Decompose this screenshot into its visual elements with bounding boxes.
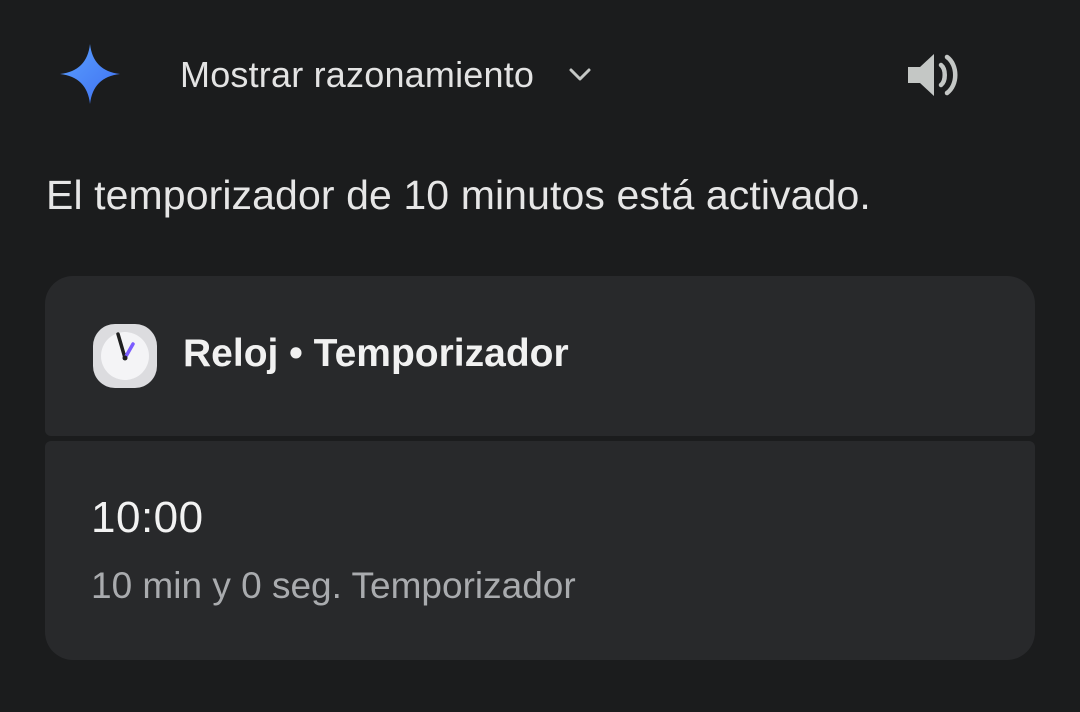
gemini-sparkle-icon xyxy=(60,44,120,104)
chevron-down-icon[interactable] xyxy=(566,61,594,89)
response-text: El temporizador de 10 minutos está activ… xyxy=(46,172,871,218)
timer-value: 10:00 xyxy=(91,493,204,542)
card-title: Reloj • Temporizador xyxy=(183,332,569,375)
response-header: Mostrar razonamiento xyxy=(0,0,1080,150)
timer-card-body[interactable]: 10:00 10 min y 0 seg. Temporizador xyxy=(45,441,1035,660)
speaker-icon[interactable] xyxy=(904,50,962,100)
timer-card-header[interactable]: Reloj • Temporizador xyxy=(45,276,1035,436)
timer-subtitle: 10 min y 0 seg. Temporizador xyxy=(91,565,576,606)
clock-app-icon xyxy=(93,324,157,388)
show-reasoning-label: Mostrar razonamiento xyxy=(180,54,535,95)
show-reasoning-toggle[interactable]: Mostrar razonamiento xyxy=(180,50,594,100)
